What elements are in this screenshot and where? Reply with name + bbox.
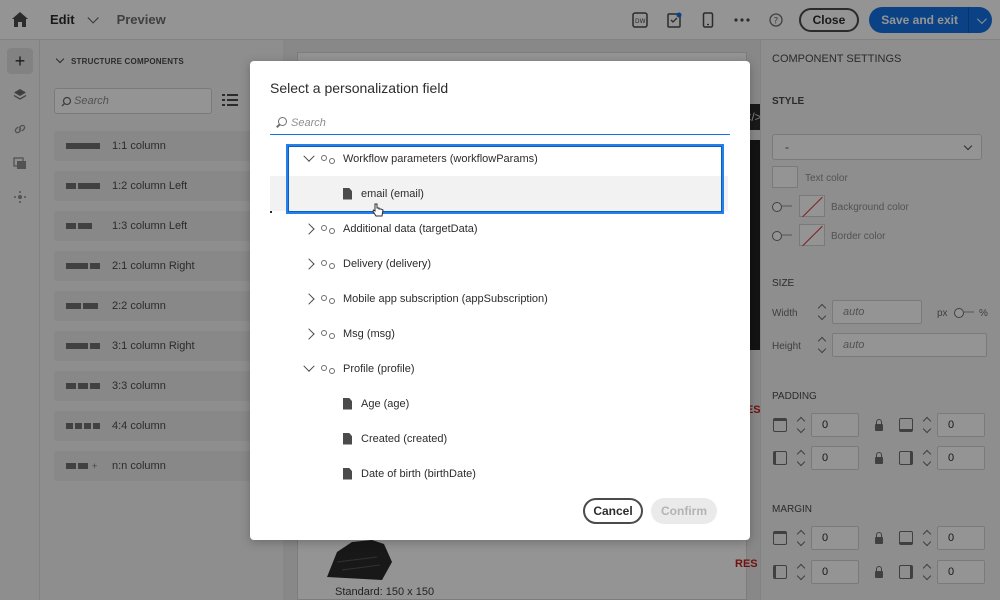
tree-node-delivery[interactable]: Delivery (delivery) xyxy=(270,246,728,281)
tree-node-label: Date of birth (birthDate) xyxy=(361,467,476,480)
tree-node-label: Delivery (delivery) xyxy=(343,257,432,270)
document-icon xyxy=(343,432,352,445)
tree-node-age[interactable]: Age (age) xyxy=(270,386,728,421)
tree-node-label: Additional data (targetData) xyxy=(343,222,478,235)
hand-cursor-icon xyxy=(372,203,384,217)
chevron-down-icon[interactable] xyxy=(303,360,315,372)
chevron-right-icon[interactable] xyxy=(303,222,315,235)
personalization-field-dialog: Select a personalization field Search Wo… xyxy=(250,61,750,540)
tree-node-label: Msg (msg) xyxy=(343,327,395,340)
tree-node-profile[interactable]: Profile (profile) xyxy=(270,351,728,386)
link-icon xyxy=(321,294,335,304)
tree-node-label: Mobile app subscription (appSubscription… xyxy=(343,292,548,305)
tree-node-label: Workflow parameters (workflowParams) xyxy=(343,152,538,165)
tree-node-email[interactable]: email (email) xyxy=(270,176,728,211)
tree-node-app-subscription[interactable]: Mobile app subscription (appSubscription… xyxy=(270,281,728,316)
chevron-right-icon[interactable] xyxy=(303,327,315,340)
tree-node-additional-data[interactable]: Additional data (targetData) xyxy=(270,211,728,246)
confirm-button[interactable]: Confirm xyxy=(651,498,717,524)
search-placeholder: Search xyxy=(291,116,326,129)
field-tree: Workflow parameters (workflowParams) ema… xyxy=(270,141,750,481)
field-search-input[interactable]: Search xyxy=(270,111,730,135)
tree-node-label: Created (created) xyxy=(361,432,448,445)
link-icon xyxy=(321,224,335,234)
tree-node-created[interactable]: Created (created) xyxy=(270,421,728,456)
tree-node-label: Age (age) xyxy=(361,397,410,410)
tree-node-msg[interactable]: Msg (msg) xyxy=(270,316,728,351)
dialog-title: Select a personalization field xyxy=(270,80,449,96)
tree-node-label: email (email) xyxy=(361,187,424,200)
cancel-button[interactable]: Cancel xyxy=(583,498,643,524)
chevron-down-icon[interactable] xyxy=(303,150,315,162)
chevron-right-icon[interactable] xyxy=(303,257,315,270)
link-icon xyxy=(321,329,335,339)
document-icon xyxy=(343,467,352,480)
tree-node-birth-date[interactable]: Date of birth (birthDate) xyxy=(270,456,728,491)
search-icon xyxy=(278,117,287,126)
tree-node-label: Profile (profile) xyxy=(343,362,415,375)
link-icon xyxy=(321,154,335,164)
chevron-right-icon[interactable] xyxy=(303,292,315,305)
link-icon xyxy=(321,364,335,374)
document-icon xyxy=(343,397,352,410)
link-icon xyxy=(321,259,335,269)
tree-node-workflow-params[interactable]: Workflow parameters (workflowParams) xyxy=(270,141,728,176)
document-icon xyxy=(343,187,352,200)
